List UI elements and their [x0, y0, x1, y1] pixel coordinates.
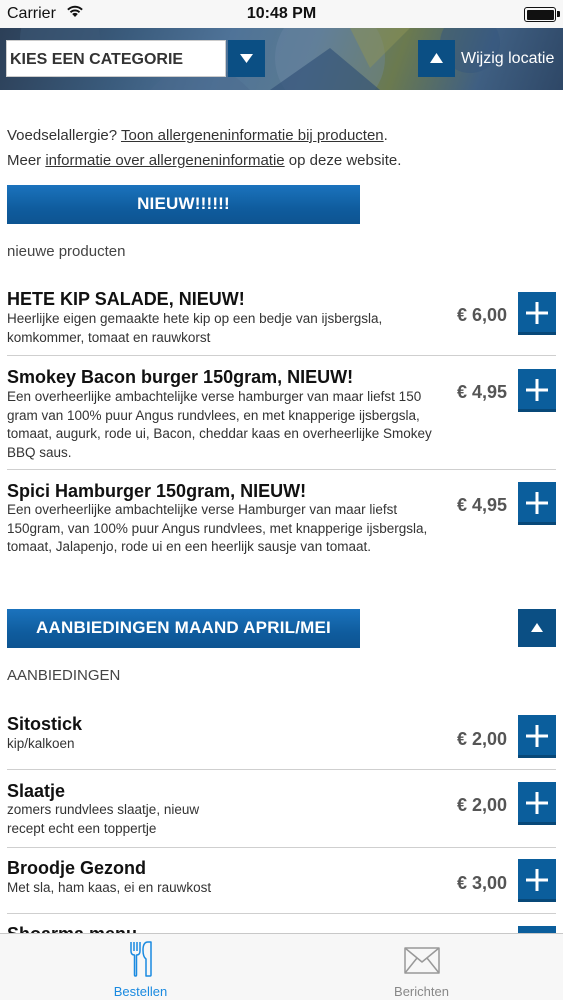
- plus-icon: [526, 725, 548, 747]
- product-description: Een overheerlijke ambachtelijke verse ha…: [7, 389, 432, 460]
- category-select[interactable]: KIES EEN CATEGORIE: [6, 40, 226, 77]
- product-name: Slaatje: [7, 781, 66, 801]
- add-to-cart-button[interactable]: [518, 715, 556, 758]
- allergy-line-1-text: Voedselallergie?: [7, 127, 121, 144]
- show-allergen-info-link[interactable]: Toon allergeneninformatie bij producten: [121, 127, 384, 144]
- change-location-label: Wijzig locatie: [461, 50, 555, 67]
- add-to-cart-button[interactable]: [518, 369, 556, 412]
- allergy-info: Voedselallergie? Toon allergeneninformat…: [7, 123, 401, 173]
- envelope-icon: [281, 941, 562, 980]
- section-subtitle: nieuwe producten: [7, 243, 126, 260]
- product-name: Broodje Gezond: [7, 858, 146, 878]
- tab-label: Berichten: [394, 984, 449, 999]
- divider: [7, 913, 556, 914]
- plus-icon: [526, 792, 548, 814]
- allergy-line-1: Voedselallergie? Toon allergeneninformat…: [7, 123, 401, 148]
- allergy-line-2: Meer informatie over allergeneninformati…: [7, 148, 401, 173]
- section-header-offers[interactable]: AANBIEDINGEN MAAND APRIL/MEI: [7, 609, 360, 648]
- tab-bestellen[interactable]: Bestellen: [0, 934, 281, 1000]
- product-list[interactable]: Voedselallergie? Toon allergeneninformat…: [0, 90, 563, 933]
- product-name: Spici Hamburger 150gram, NIEUW!: [7, 481, 307, 501]
- product-description: Heerlijke eigen gemaakte hete kip op een…: [7, 311, 383, 345]
- product-name: Smokey Bacon burger 150gram, NIEUW!: [7, 367, 354, 387]
- tab-label: Bestellen: [113, 984, 168, 999]
- chevron-up-icon: [430, 53, 443, 63]
- tab-bar: Bestellen Berichten: [0, 933, 563, 1000]
- section-subtitle: AANBIEDINGEN: [7, 667, 121, 684]
- collapse-section-button[interactable]: [518, 609, 556, 647]
- add-to-cart-button[interactable]: [518, 782, 556, 825]
- product-price: € 2,00: [456, 729, 507, 749]
- divider: [7, 355, 556, 356]
- product-description: kip/kalkoen: [7, 736, 75, 751]
- plus-icon: [526, 492, 548, 514]
- allergy-line-1-suffix: .: [383, 127, 388, 144]
- category-dropdown-button[interactable]: [228, 40, 265, 77]
- product-description: zomers rundvlees slaatje, nieuw recept e…: [7, 802, 200, 836]
- product-name: Sitostick: [7, 714, 83, 734]
- product-description: Met sla, ham kaas, ei en rauwkost: [7, 880, 212, 895]
- chevron-down-icon: [240, 54, 253, 63]
- fork-knife-icon: [0, 941, 281, 982]
- plus-icon: [526, 869, 548, 891]
- product-name: HETE KIP SALADE, NIEUW!: [7, 289, 245, 309]
- change-location-button[interactable]: Wijzig locatie: [418, 40, 563, 77]
- add-to-cart-button[interactable]: [518, 859, 556, 902]
- allergy-line-2-text: Meer: [7, 152, 46, 169]
- product-price: € 2,00: [456, 795, 507, 815]
- add-to-cart-button[interactable]: [518, 926, 556, 933]
- chevron-up-icon: [531, 623, 543, 632]
- plus-icon: [526, 379, 548, 401]
- product-price: € 6,00: [456, 305, 507, 325]
- tab-berichten[interactable]: Berichten: [281, 934, 562, 1000]
- add-to-cart-button[interactable]: [518, 482, 556, 525]
- divider: [7, 769, 556, 770]
- status-bar: Carrier 10:48 PM: [0, 0, 563, 28]
- allergen-info-website-link[interactable]: informatie over allergeneninformatie: [45, 152, 284, 169]
- divider: [7, 847, 556, 848]
- product-price: € 4,95: [456, 382, 507, 402]
- product-price: € 3,00: [456, 873, 507, 893]
- product-name: Shoarma menu: [7, 924, 137, 933]
- clock: 10:48 PM: [246, 5, 317, 22]
- section-header-new[interactable]: NIEUW!!!!!!: [7, 185, 360, 224]
- battery-icon: [524, 7, 556, 22]
- add-to-cart-button[interactable]: [518, 292, 556, 335]
- plus-icon: [526, 302, 548, 324]
- header-banner: KIES EEN CATEGORIE Wijzig locatie: [0, 28, 563, 90]
- product-description: Een overheerlijke ambachtelijke verse Ha…: [7, 502, 428, 554]
- location-arrow-box: [418, 40, 455, 77]
- battery-nub: [557, 11, 560, 17]
- divider: [7, 469, 556, 470]
- product-price: € 4,95: [456, 495, 507, 515]
- allergy-line-2-suffix: op deze website.: [284, 152, 402, 169]
